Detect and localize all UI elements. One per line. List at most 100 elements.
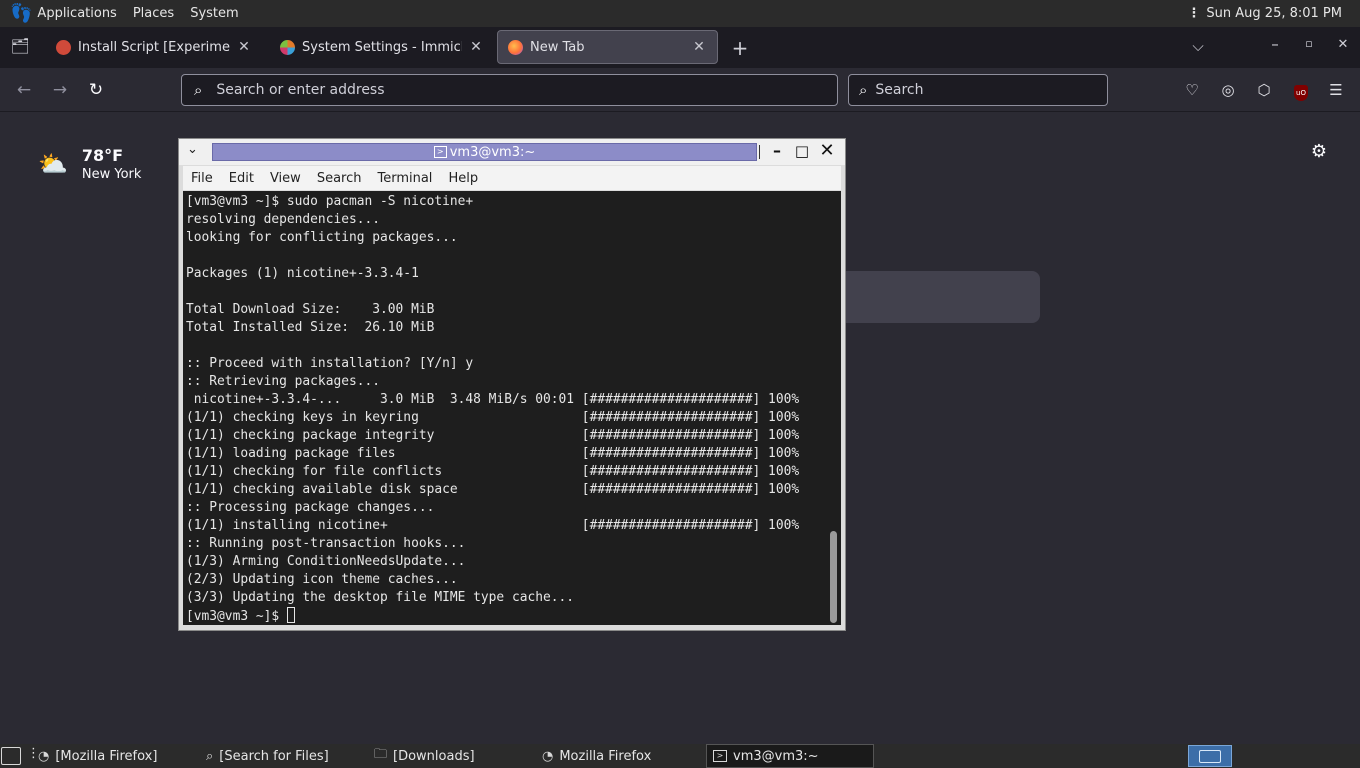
list-all-tabs-chevron-icon[interactable]: ⌵ <box>1188 37 1208 55</box>
gnome-foot-icon[interactable]: 👣 <box>10 3 32 24</box>
new-tab-plus-icon[interactable]: + <box>730 36 750 60</box>
tab-new-tab[interactable]: New Tab ✕ <box>497 30 718 64</box>
account-icon[interactable]: ◎ <box>1217 79 1239 101</box>
navigation-toolbar: ← → ↻ ⌕ ⌕ ♡ ◎ ⬡ uO ☰ <box>0 68 1360 112</box>
forward-arrow-icon[interactable]: → <box>48 78 72 102</box>
weather-text: 78°F New York <box>82 146 142 182</box>
close-window-icon[interactable]: ✕ <box>817 141 837 161</box>
taskbar-label: [Mozilla Firefox] <box>55 748 158 764</box>
tab-title: System Settings - Immich <box>302 39 462 55</box>
ublock-origin-icon[interactable]: uO <box>1290 79 1312 101</box>
back-arrow-icon[interactable]: ← <box>12 78 36 102</box>
panel-menu: Applications Places System <box>32 0 246 27</box>
window-menu-chevron-icon[interactable]: ⌄ <box>187 142 198 157</box>
minimize-window-icon[interactable]: – <box>1266 35 1284 53</box>
partly-cloudy-weather-icon: ⛅ <box>38 150 68 178</box>
battery-indicator[interactable] <box>1188 745 1232 767</box>
pocket-icon[interactable]: ♡ <box>1181 79 1203 101</box>
clock[interactable]: Sun Aug 25, 8:01 PM <box>1206 6 1342 21</box>
terminal-line: :: Retrieving packages... <box>186 374 381 389</box>
terminal-scrollbar[interactable] <box>827 191 841 625</box>
panel-right: ⋮ Sun Aug 25, 8:01 PM <box>1187 6 1360 21</box>
scrollbar-thumb[interactable] <box>830 531 837 623</box>
address-bar[interactable]: ⌕ <box>181 74 838 106</box>
menu-system[interactable]: System <box>182 0 246 27</box>
terminal-line: :: Proceed with installation? [Y/n] y <box>186 356 474 371</box>
terminal-line: :: Running post-transaction hooks... <box>186 536 466 551</box>
terminal-menu-search[interactable]: Search <box>309 171 370 186</box>
terminal-cursor <box>286 607 295 623</box>
taskbar-item-search-files[interactable]: ⌕ [Search for Files] <box>206 744 329 768</box>
firefox-favicon-icon <box>508 39 523 55</box>
firefox-icon: ◔ <box>38 748 50 764</box>
terminal-menu-edit[interactable]: Edit <box>221 171 262 186</box>
reload-icon[interactable]: ↻ <box>84 78 108 102</box>
terminal-line: (1/1) installing nicotine+ [############… <box>186 518 800 533</box>
terminal-menu-file[interactable]: File <box>183 171 221 186</box>
close-tab-icon[interactable]: ✕ <box>468 39 484 55</box>
kebab-menu-icon[interactable]: ⋮ <box>1187 6 1200 21</box>
menu-places[interactable]: Places <box>125 0 182 27</box>
terminal-output[interactable]: [vm3@vm3 ~]$ sudo pacman -S nicotine+ re… <box>183 191 827 625</box>
bottom-taskbar: ⋮ ◔ [Mozilla Firefox] ⌕ [Search for File… <box>0 744 1360 768</box>
terminal-icon: > <box>713 750 727 762</box>
close-window-icon[interactable]: ✕ <box>1334 37 1352 52</box>
favicon-icon <box>280 39 295 55</box>
terminal-line: Packages (1) nicotine+-3.3.4-1 <box>186 266 419 281</box>
terminal-line: (1/1) checking available disk space [###… <box>186 482 800 497</box>
tab-title: Install Script [Experimental <box>78 39 230 55</box>
taskbar-label: vm3@vm3:~ <box>733 748 819 764</box>
firefox-icon: ◔ <box>542 748 554 764</box>
search-icon: ⌕ <box>194 81 203 99</box>
weather-widget[interactable]: ⛅ 78°F New York <box>38 146 141 182</box>
terminal-line: (1/1) checking keys in keyring [########… <box>186 410 800 425</box>
terminal-menu-bar: File Edit View Search Terminal Help <box>183 166 841 190</box>
tab-title: New Tab <box>530 39 585 55</box>
extensions-puzzle-icon[interactable]: ⬡ <box>1253 79 1275 101</box>
search-icon: ⌕ <box>859 81 868 99</box>
taskbar-item-terminal[interactable]: > vm3@vm3:~ <box>706 744 874 768</box>
close-tab-icon[interactable]: ✕ <box>691 39 707 55</box>
terminal-line: resolving dependencies... <box>186 212 381 227</box>
taskbar-item-downloads[interactable]: 🗀 [Downloads] <box>374 744 475 768</box>
tab-overview-icon[interactable]: 🗂 <box>10 37 30 55</box>
terminal-title[interactable]: > vm3@vm3:~ <box>212 143 757 161</box>
maximize-window-icon[interactable]: ▫ <box>1300 37 1318 50</box>
search-input[interactable] <box>875 82 1107 98</box>
minimize-window-icon[interactable]: – <box>767 141 787 161</box>
terminal-line: (3/3) Updating the desktop file MIME typ… <box>186 590 575 605</box>
taskbar-label: [Search for Files] <box>219 748 329 764</box>
search-files-icon: ⌕ <box>206 748 214 764</box>
tab-strip: 🗂 Install Script [Experimental ✕ System … <box>0 27 1360 68</box>
taskbar-item-firefox-2[interactable]: ◔ Mozilla Firefox <box>542 744 651 768</box>
tab-system-settings[interactable]: System Settings - Immich ✕ <box>270 30 494 64</box>
terminal-menu-view[interactable]: View <box>262 171 309 186</box>
folder-icon: 🗀 <box>374 747 388 762</box>
terminal-menu-help[interactable]: Help <box>440 171 486 186</box>
gear-icon[interactable]: ⚙ <box>1308 141 1330 163</box>
search-bar[interactable]: ⌕ <box>848 74 1108 106</box>
new-tab-search-box[interactable] <box>846 271 1040 323</box>
terminal-line: looking for conflicting packages... <box>186 230 458 245</box>
maximize-window-icon[interactable]: □ <box>792 141 812 161</box>
terminal-line: :: Processing package changes... <box>186 500 435 515</box>
terminal-title-text: vm3@vm3:~ <box>449 144 536 160</box>
tab-install-script[interactable]: Install Script [Experimental ✕ <box>46 30 262 64</box>
terminal-window[interactable]: ⌄ > vm3@vm3:~ – □ ✕ File Edit View Searc… <box>178 138 846 631</box>
terminal-line: [vm3@vm3 ~]$ sudo pacman -S nicotine+ <box>186 194 474 209</box>
terminal-menu-terminal[interactable]: Terminal <box>369 171 440 186</box>
terminal-line: (2/3) Updating icon theme caches... <box>186 572 458 587</box>
menu-applications[interactable]: Applications <box>32 0 124 27</box>
terminal-prompt: [vm3@vm3 ~]$ <box>186 609 287 624</box>
terminal-prompt-line[interactable]: [vm3@vm3 ~]$ <box>186 607 827 625</box>
taskbar-item-firefox-1[interactable]: ◔ [Mozilla Firefox] <box>38 744 157 768</box>
show-desktop-icon[interactable] <box>1 747 21 765</box>
address-input[interactable] <box>216 82 837 98</box>
terminal-line: (1/1) checking package integrity [######… <box>186 428 800 443</box>
close-tab-icon[interactable]: ✕ <box>236 39 252 55</box>
terminal-title-bar[interactable]: ⌄ > vm3@vm3:~ – □ ✕ <box>179 139 845 165</box>
hamburger-menu-icon[interactable]: ☰ <box>1325 79 1347 101</box>
terminal-icon: > <box>433 146 447 158</box>
